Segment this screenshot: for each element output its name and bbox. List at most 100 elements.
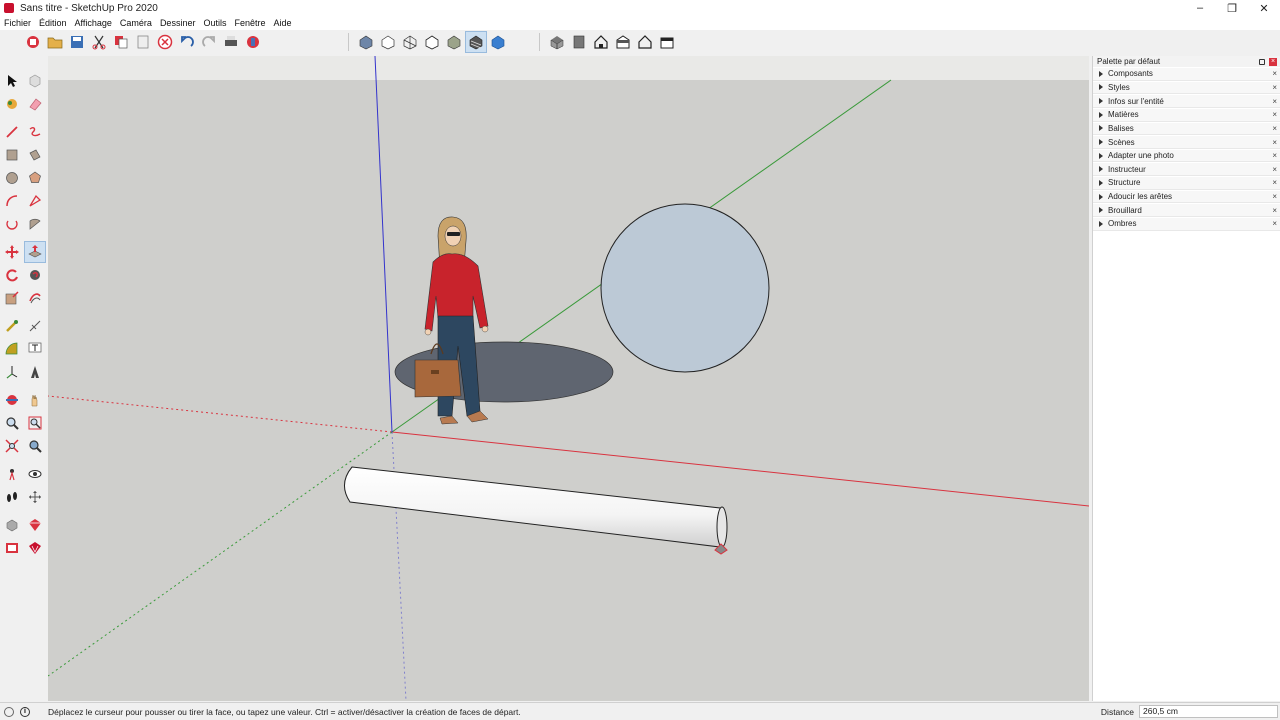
close-button[interactable]: ✕ xyxy=(1248,0,1280,16)
extension-warehouse-icon[interactable] xyxy=(24,514,46,536)
orbit-icon[interactable] xyxy=(1,389,23,411)
menu-dessiner[interactable]: Dessiner xyxy=(156,18,200,28)
make-component-icon[interactable] xyxy=(24,70,46,92)
zoom-window-icon[interactable] xyxy=(24,412,46,434)
tape-measure-icon[interactable] xyxy=(1,315,23,337)
freehand-icon[interactable] xyxy=(24,121,46,143)
tray-item-adapter-photo[interactable]: Adapter une photo × xyxy=(1093,149,1280,163)
back-view-icon[interactable] xyxy=(634,31,656,53)
tray-item-scenes[interactable]: Scènes × xyxy=(1093,136,1280,149)
scale-icon[interactable] xyxy=(1,287,23,309)
front-view-icon[interactable] xyxy=(590,31,612,53)
shaded-textures-icon[interactable] xyxy=(465,31,487,53)
new-file-icon[interactable] xyxy=(22,31,44,53)
tray-item-structure[interactable]: Structure × xyxy=(1093,177,1280,190)
rotated-rectangle-icon[interactable] xyxy=(24,144,46,166)
3d-text-icon[interactable] xyxy=(24,361,46,383)
pin-icon[interactable] xyxy=(1259,58,1265,65)
model-info-icon[interactable] xyxy=(242,31,264,53)
xray-icon[interactable] xyxy=(355,31,377,53)
look-around-icon[interactable] xyxy=(24,463,46,485)
circle-face[interactable] xyxy=(600,203,770,373)
geolocation-icon[interactable] xyxy=(4,706,14,717)
close-icon[interactable]: × xyxy=(1272,219,1277,228)
tray-item-styles[interactable]: Styles × xyxy=(1093,81,1280,95)
tray-item-matieres[interactable]: Matières × xyxy=(1093,108,1280,122)
menu-fichier[interactable]: Fichier xyxy=(0,18,35,28)
person-figure[interactable] xyxy=(414,216,489,425)
dimension-icon[interactable] xyxy=(24,315,46,337)
pie-icon[interactable] xyxy=(24,213,46,235)
two-point-arc-icon[interactable] xyxy=(24,190,46,212)
tray-item-composants[interactable]: Composants × xyxy=(1093,68,1280,81)
tray-item-adoucir-aretes[interactable]: Adoucir les arêtes × xyxy=(1093,190,1280,204)
layout-icon[interactable] xyxy=(1,537,23,559)
save-icon[interactable] xyxy=(66,31,88,53)
rotate-icon[interactable] xyxy=(1,264,23,286)
walk-icon[interactable] xyxy=(1,486,23,508)
tray-item-balises[interactable]: Balises × xyxy=(1093,122,1280,136)
tray-close-icon[interactable]: × xyxy=(1269,57,1277,66)
tray-item-ombres[interactable]: Ombres × xyxy=(1093,218,1280,231)
undo-icon[interactable] xyxy=(176,31,198,53)
print-icon[interactable] xyxy=(220,31,242,53)
monochrome-icon[interactable] xyxy=(487,31,509,53)
paint-bucket-icon[interactable] xyxy=(1,93,23,115)
open-folder-icon[interactable] xyxy=(44,31,66,53)
rectangle-icon[interactable] xyxy=(1,144,23,166)
close-icon[interactable]: × xyxy=(1272,151,1277,160)
three-point-arc-icon[interactable] xyxy=(1,213,23,235)
section-plane-icon[interactable] xyxy=(24,486,46,508)
protractor-icon[interactable] xyxy=(1,338,23,360)
circle-icon[interactable] xyxy=(1,167,23,189)
follow-me-icon[interactable] xyxy=(24,264,46,286)
menu-camera[interactable]: Caméra xyxy=(116,18,156,28)
eraser-icon[interactable] xyxy=(24,93,46,115)
copy-icon[interactable] xyxy=(110,31,132,53)
redo-icon[interactable] xyxy=(198,31,220,53)
tray-item-infos-entite[interactable]: Infos sur l'entité × xyxy=(1093,95,1280,108)
zoom-extents-icon[interactable] xyxy=(1,435,23,457)
close-icon[interactable]: × xyxy=(1272,69,1277,78)
hidden-line-icon[interactable] xyxy=(421,31,443,53)
iso-view-icon[interactable] xyxy=(546,31,568,53)
3d-warehouse-icon[interactable] xyxy=(1,514,23,536)
extension-manager-icon[interactable] xyxy=(24,537,46,559)
push-pull-icon[interactable] xyxy=(24,241,46,263)
text-icon[interactable] xyxy=(24,338,46,360)
close-icon[interactable]: × xyxy=(1272,178,1277,187)
cut-icon[interactable] xyxy=(88,31,110,53)
close-icon[interactable]: × xyxy=(1272,124,1277,133)
close-icon[interactable]: × xyxy=(1272,83,1277,92)
tray-item-brouillard[interactable]: Brouillard × xyxy=(1093,204,1280,218)
erase-icon[interactable] xyxy=(154,31,176,53)
wireframe-icon[interactable] xyxy=(399,31,421,53)
menu-fenetre[interactable]: Fenêtre xyxy=(230,18,269,28)
arc-icon[interactable] xyxy=(1,190,23,212)
pan-icon[interactable] xyxy=(24,389,46,411)
close-icon[interactable]: × xyxy=(1272,97,1277,106)
top-view-icon[interactable] xyxy=(568,31,590,53)
left-view-icon[interactable] xyxy=(656,31,678,53)
menu-edition[interactable]: Édition xyxy=(35,18,71,28)
right-view-icon[interactable] xyxy=(612,31,634,53)
menu-affichage[interactable]: Affichage xyxy=(71,18,116,28)
move-icon[interactable] xyxy=(1,241,23,263)
drawing-viewport[interactable] xyxy=(48,56,1089,701)
measure-value-input[interactable]: 260,5 cm xyxy=(1139,705,1278,718)
menu-aide[interactable]: Aide xyxy=(270,18,296,28)
line-icon[interactable] xyxy=(1,121,23,143)
offset-icon[interactable] xyxy=(24,287,46,309)
close-icon[interactable]: × xyxy=(1272,192,1277,201)
restore-button[interactable]: ❐ xyxy=(1216,0,1248,16)
paste-icon[interactable] xyxy=(132,31,154,53)
close-icon[interactable]: × xyxy=(1272,165,1277,174)
close-icon[interactable]: × xyxy=(1272,110,1277,119)
position-camera-icon[interactable] xyxy=(1,463,23,485)
shaded-icon[interactable] xyxy=(443,31,465,53)
axes-icon[interactable] xyxy=(1,361,23,383)
close-icon[interactable]: × xyxy=(1272,206,1277,215)
back-edges-icon[interactable] xyxy=(377,31,399,53)
polygon-icon[interactable] xyxy=(24,167,46,189)
close-icon[interactable]: × xyxy=(1272,138,1277,147)
